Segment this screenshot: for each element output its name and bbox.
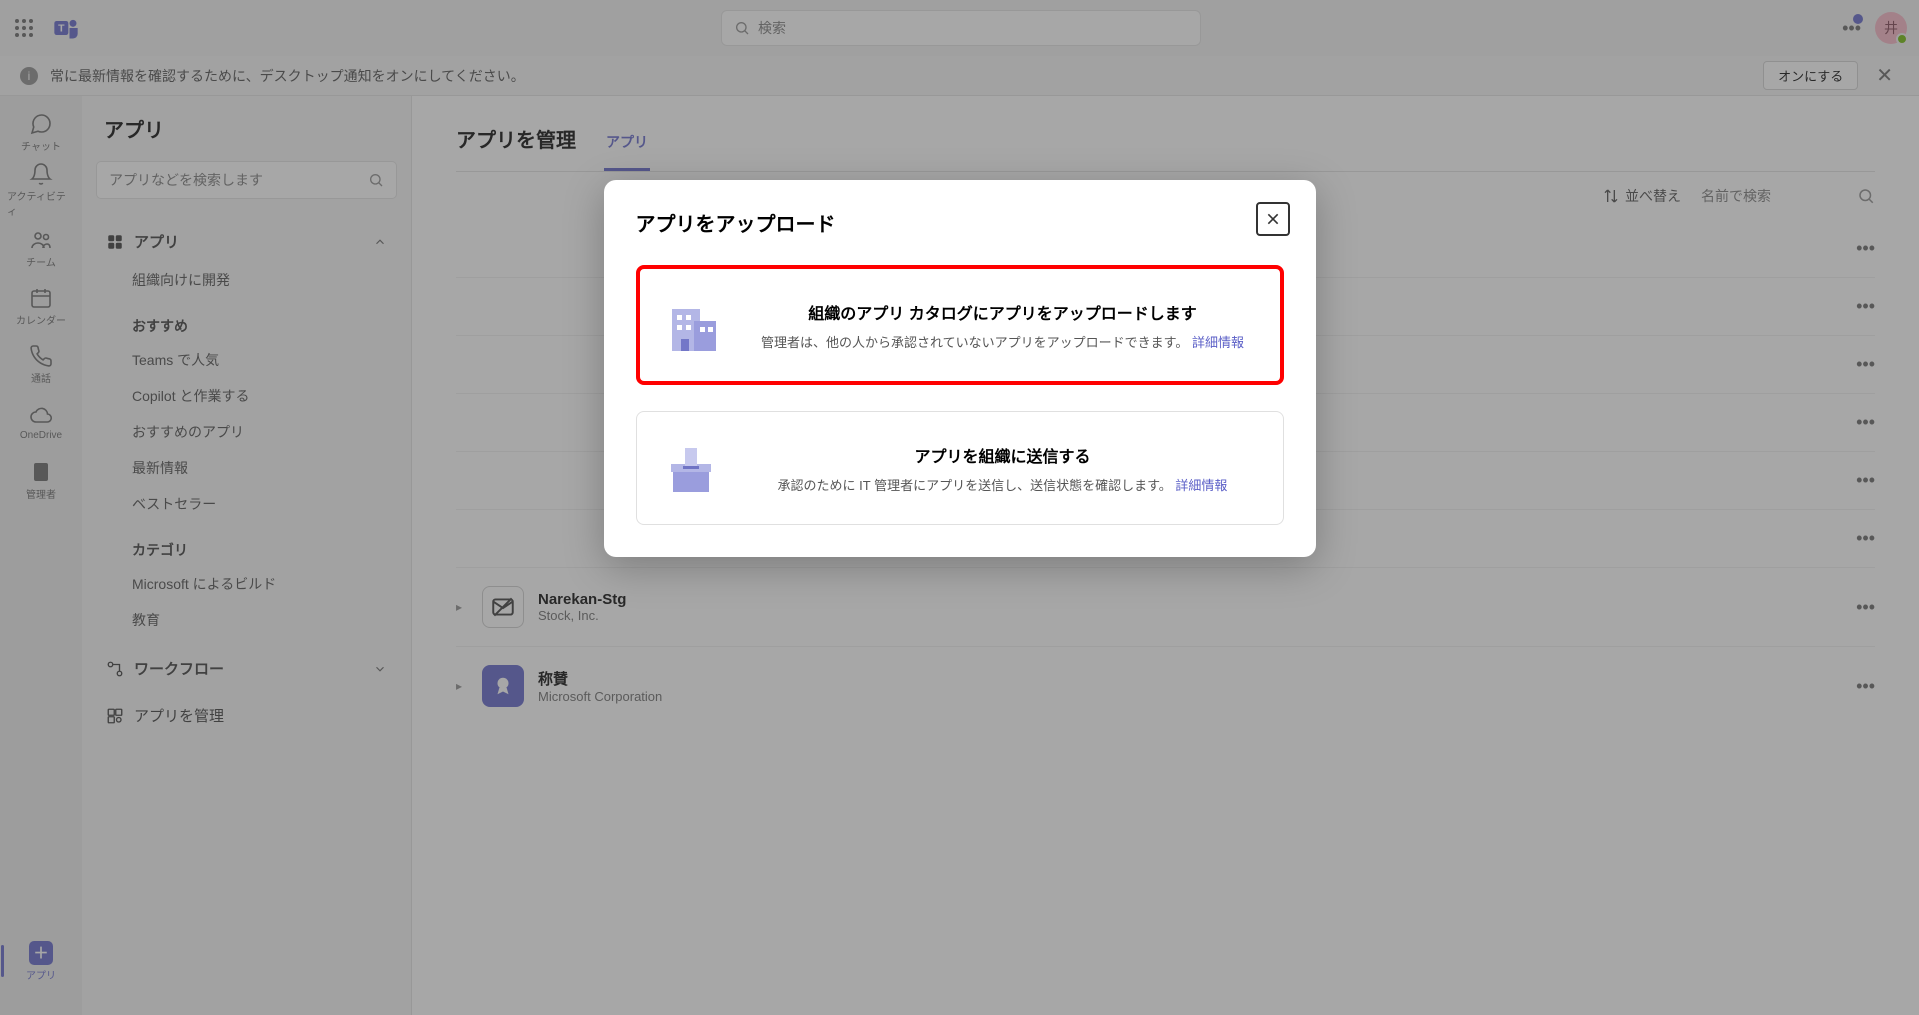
upload-app-modal: アプリをアップロード 組織のアプリ カタログにアプリをアップロード bbox=[604, 180, 1316, 557]
close-modal-button[interactable] bbox=[1256, 202, 1290, 236]
option-desc: 管理者は、他の人から承認されていないアプリをアップロードできます。 詳細情報 bbox=[750, 332, 1256, 351]
app-root: T ••• 井 i 常に最新情報を確認するために、デスクトップ通知をオンにしてく… bbox=[0, 0, 1919, 1015]
modal-overlay[interactable]: アプリをアップロード 組織のアプリ カタログにアプリをアップロード bbox=[0, 0, 1919, 1015]
option-title: 組織のアプリ カタログにアプリをアップロードします bbox=[750, 300, 1256, 324]
modal-title: アプリをアップロード bbox=[636, 208, 1284, 237]
submit-to-org-option[interactable]: アプリを組織に送信する 承認のために IT 管理者にアプリを送信し、送信状態を確… bbox=[636, 411, 1284, 525]
ballot-box-icon bbox=[661, 438, 721, 498]
learn-more-link[interactable]: 詳細情報 bbox=[1175, 478, 1227, 493]
upload-to-org-catalog-option[interactable]: 組織のアプリ カタログにアプリをアップロードします 管理者は、他の人から承認され… bbox=[636, 265, 1284, 385]
building-icon bbox=[664, 295, 724, 355]
option-title: アプリを組織に送信する bbox=[747, 443, 1259, 467]
learn-more-link[interactable]: 詳細情報 bbox=[1192, 335, 1244, 350]
close-icon bbox=[1265, 211, 1281, 227]
option-desc: 承認のために IT 管理者にアプリを送信し、送信状態を確認します。 詳細情報 bbox=[747, 475, 1259, 494]
